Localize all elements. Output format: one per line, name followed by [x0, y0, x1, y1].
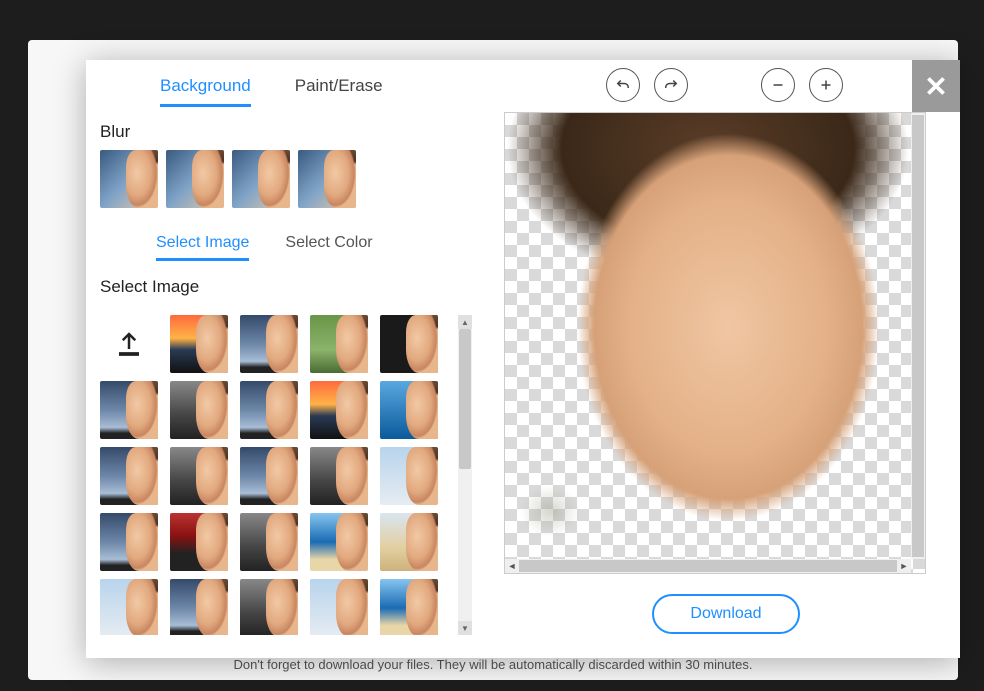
bg-thumb-1[interactable]: [170, 315, 228, 373]
select-image-title: Select Image: [100, 277, 472, 297]
bg-thumb-16[interactable]: [170, 513, 228, 571]
undo-button[interactable]: [606, 68, 640, 102]
footer-note: Don't forget to download your files. The…: [28, 657, 958, 672]
bg-thumb-18[interactable]: [310, 513, 368, 571]
preview-pane: ◄ ► Download: [486, 112, 960, 658]
bg-thumb-6[interactable]: [170, 381, 228, 439]
upload-image-button[interactable]: [100, 315, 158, 373]
blur-option-0[interactable]: [100, 150, 158, 208]
bg-thumb-10[interactable]: [100, 447, 158, 505]
sub-tab-select-color[interactable]: Select Color: [285, 234, 372, 261]
bg-thumb-22[interactable]: [240, 579, 298, 635]
bg-thumb-11[interactable]: [170, 447, 228, 505]
bg-thumb-21[interactable]: [170, 579, 228, 635]
bg-thumb-17[interactable]: [240, 513, 298, 571]
blur-option-1[interactable]: [166, 150, 224, 208]
redo-button[interactable]: [654, 68, 688, 102]
preview-image: [505, 113, 911, 559]
tab-background[interactable]: Background: [160, 66, 251, 107]
bg-thumb-24[interactable]: [380, 579, 438, 635]
redo-icon: [662, 76, 680, 94]
sub-tab-select-image[interactable]: Select Image: [156, 234, 249, 261]
blur-title: Blur: [100, 122, 472, 142]
scroll-right-icon[interactable]: ►: [897, 559, 911, 573]
background-image-grid: [100, 315, 472, 635]
download-button[interactable]: Download: [652, 594, 799, 634]
edit-background-modal: Background Paint/Erase Blur: [86, 60, 960, 658]
preview-scrollbar-horizontal[interactable]: ◄ ►: [505, 559, 911, 573]
tab-paint-erase[interactable]: Paint/Erase: [295, 66, 383, 107]
bg-thumb-14[interactable]: [380, 447, 438, 505]
preview-scrollbar-vertical[interactable]: [911, 113, 925, 559]
bg-thumb-7[interactable]: [240, 381, 298, 439]
upload-icon: [114, 329, 144, 359]
preview-scroll-thumb-v[interactable]: [912, 115, 924, 557]
preview-scroll-thumb-h[interactable]: [519, 560, 897, 572]
zoom-in-button[interactable]: [809, 68, 843, 102]
minus-icon: [769, 76, 787, 94]
bg-thumb-9[interactable]: [380, 381, 438, 439]
bg-thumb-23[interactable]: [310, 579, 368, 635]
scroll-down-icon[interactable]: ▼: [458, 621, 472, 635]
close-icon: [923, 73, 949, 99]
bg-thumb-4[interactable]: [380, 315, 438, 373]
scroll-up-icon[interactable]: ▲: [458, 315, 472, 329]
zoom-out-button[interactable]: [761, 68, 795, 102]
plus-icon: [817, 76, 835, 94]
scroll-left-icon[interactable]: ◄: [505, 559, 519, 573]
bg-thumb-12[interactable]: [240, 447, 298, 505]
top-tabs: Background Paint/Erase: [160, 66, 383, 107]
sub-tabs: Select Image Select Color: [156, 234, 472, 261]
bg-thumb-5[interactable]: [100, 381, 158, 439]
close-button[interactable]: [912, 60, 960, 112]
bg-thumb-3[interactable]: [310, 315, 368, 373]
preview-canvas[interactable]: ◄ ►: [504, 112, 926, 574]
bg-thumb-8[interactable]: [310, 381, 368, 439]
bg-thumb-13[interactable]: [310, 447, 368, 505]
undo-icon: [614, 76, 632, 94]
bg-thumb-15[interactable]: [100, 513, 158, 571]
grid-scrollbar[interactable]: ▲ ▼: [458, 315, 472, 635]
blur-options: [100, 150, 472, 208]
left-options-pane: Blur Select Image Select Color Select Im…: [86, 112, 486, 658]
blur-option-2[interactable]: [232, 150, 290, 208]
modal-header: Background Paint/Erase: [86, 60, 960, 112]
bg-thumb-2[interactable]: [240, 315, 298, 373]
blur-option-3[interactable]: [298, 150, 356, 208]
bg-thumb-19[interactable]: [380, 513, 438, 571]
bg-thumb-20[interactable]: [100, 579, 158, 635]
scroll-thumb[interactable]: [459, 329, 471, 469]
